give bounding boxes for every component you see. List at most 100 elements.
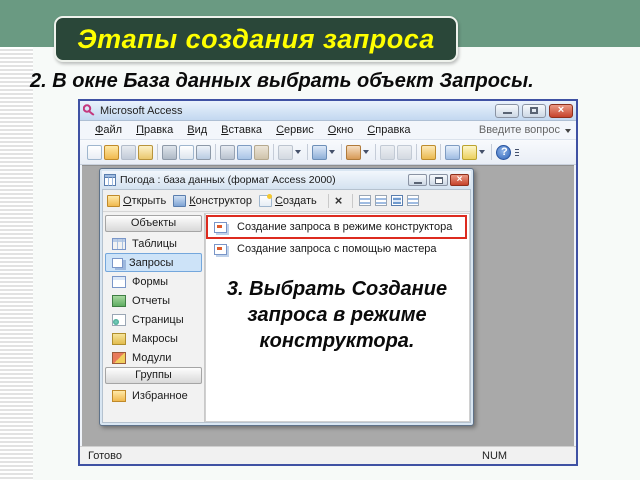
objects-header[interactable]: Объекты — [105, 215, 202, 232]
help-icon[interactable] — [496, 144, 511, 160]
open-folder-icon — [107, 194, 120, 207]
sidebar-item-folder[interactable]: Избранное — [105, 386, 202, 405]
access-toolbar — [80, 140, 576, 165]
officelinks-icon[interactable] — [312, 144, 327, 160]
hyperlink-icon[interactable] — [397, 144, 412, 160]
ask-question-box[interactable]: Введите вопрос — [479, 124, 560, 136]
access-window-title: Microsoft Access — [100, 104, 183, 117]
step3-caption: 3. Выбрать Создание запроса в режиме кон… — [226, 278, 448, 352]
menu-вид[interactable]: Вид — [180, 122, 214, 138]
database-window-title: Погода : база данных (формат Access 2000… — [120, 174, 336, 186]
new-query-icon — [214, 221, 227, 233]
sidebar-item-module[interactable]: Модули — [105, 348, 202, 367]
form-icon — [112, 275, 126, 288]
toolbar-separator — [273, 144, 274, 160]
menu-сервис[interactable]: Сервис — [269, 122, 321, 138]
menu-вставка[interactable]: Вставка — [214, 122, 269, 138]
menu-окно[interactable]: Окно — [321, 122, 361, 138]
new-query-icon — [214, 243, 227, 255]
props-icon[interactable] — [421, 144, 436, 160]
sidebar-item-macro[interactable]: Макросы — [105, 329, 202, 348]
sidebar-item-label: Избранное — [132, 389, 188, 402]
presentation-slide: Этапы создания запроса 2. В окне База да… — [0, 0, 640, 480]
newobj-icon[interactable] — [462, 144, 477, 160]
sidebar-item-label: Таблицы — [132, 237, 177, 250]
db-minimize-button[interactable] — [408, 174, 427, 186]
toolbar-separator — [215, 144, 216, 160]
query-list-item[interactable]: Создание запроса в режиме конструктора — [208, 217, 465, 237]
sidebar-item-label: Макросы — [132, 332, 178, 345]
menu-файл[interactable]: Файл — [88, 122, 129, 138]
report-icon — [112, 294, 126, 307]
ask-question-dropdown-icon[interactable] — [565, 129, 571, 133]
sidebar-item-label: Отчеты — [132, 294, 171, 307]
menu-справка[interactable]: Справка — [360, 122, 417, 138]
undo-icon[interactable] — [278, 144, 293, 160]
dbutils-icon[interactable] — [138, 144, 153, 160]
new-icon[interactable] — [87, 144, 102, 160]
spell-icon[interactable] — [196, 144, 211, 160]
database-titlebar: Погода : база данных (формат Access 2000… — [102, 171, 471, 189]
maximize-button[interactable] — [522, 103, 546, 118]
toolbar-separator — [416, 144, 417, 160]
sidebar-item-page[interactable]: Страницы — [105, 310, 202, 329]
sidebar-item-report[interactable]: Отчеты — [105, 291, 202, 310]
query-list-item-label: Создание запроса с помощью мастера — [237, 243, 437, 255]
print-icon[interactable] — [162, 144, 177, 160]
minimize-button[interactable] — [495, 103, 519, 118]
access-app-icon — [83, 104, 95, 116]
relations-icon[interactable] — [445, 144, 460, 160]
dropdown-arrow-icon[interactable] — [329, 150, 335, 154]
db-restore-button[interactable] — [429, 174, 448, 186]
database-window-icon — [104, 174, 116, 186]
toolbar-separator — [491, 144, 492, 160]
status-num-lock: NUM — [482, 450, 508, 462]
close-button[interactable]: × — [549, 103, 573, 118]
database-toolbar: Открыть Конструктор Создать × — [103, 190, 470, 212]
dropdown-arrow-icon[interactable] — [295, 150, 301, 154]
toolbar-separator — [307, 144, 308, 160]
step2-caption: 2. В окне База данных выбрать объект Зап… — [30, 70, 534, 92]
delete-icon[interactable]: × — [335, 193, 343, 208]
cut-icon[interactable] — [220, 144, 235, 160]
design-button[interactable]: Конструктор — [173, 194, 252, 207]
left-stripe-decoration — [0, 47, 33, 480]
script-icon[interactable] — [380, 144, 395, 160]
groups-header[interactable]: Группы — [105, 367, 202, 384]
new-item-icon — [258, 193, 272, 207]
save-icon[interactable] — [121, 144, 136, 160]
query-icon — [112, 257, 123, 268]
sidebar-item-query[interactable]: Запросы — [105, 253, 202, 272]
query-list-item[interactable]: Создание запроса с помощью мастера — [206, 239, 469, 259]
large-icons-view-icon[interactable] — [359, 195, 372, 206]
design-icon — [173, 194, 187, 207]
db-close-button[interactable]: × — [450, 174, 469, 186]
toolbar-separator — [327, 193, 329, 208]
dropdown-arrow-icon[interactable] — [479, 150, 485, 154]
list-view-icon[interactable] — [391, 195, 404, 206]
copy-icon[interactable] — [237, 144, 252, 160]
open-icon[interactable] — [104, 144, 119, 160]
new-button[interactable]: Создать — [258, 193, 317, 207]
open-button[interactable]: Открыть — [107, 194, 166, 207]
menu-правка[interactable]: Правка — [129, 122, 180, 138]
analyze-icon[interactable] — [346, 144, 361, 160]
sidebar-item-label: Модули — [132, 351, 172, 364]
toolbar-separator — [157, 144, 158, 160]
sidebar-item-table[interactable]: Таблицы — [105, 234, 202, 253]
access-titlebar: Microsoft Access × — [80, 101, 576, 121]
preview-icon[interactable] — [179, 144, 194, 160]
query-list-item-label: Создание запроса в режиме конструктора — [237, 221, 453, 233]
small-icons-view-icon[interactable] — [375, 195, 388, 206]
paste-icon[interactable] — [254, 144, 269, 160]
page-icon — [112, 313, 126, 326]
overflow-icon[interactable] — [513, 145, 521, 160]
sidebar-item-form[interactable]: Формы — [105, 272, 202, 291]
access-statusbar: Готово NUM — [80, 446, 576, 464]
dropdown-arrow-icon[interactable] — [363, 150, 369, 154]
status-ready: Готово — [88, 450, 122, 462]
module-icon — [112, 351, 126, 364]
slide-title-banner: Этапы создания запроса — [54, 16, 458, 62]
table-icon — [112, 237, 126, 250]
details-view-icon[interactable] — [407, 195, 420, 206]
